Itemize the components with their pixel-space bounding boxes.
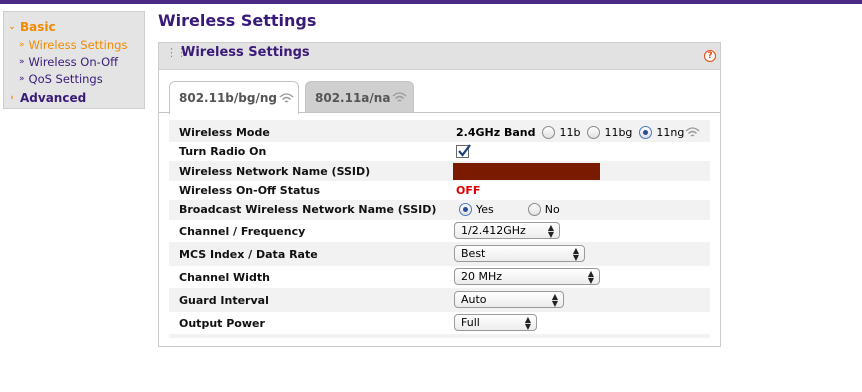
sidebar: ⌄ Basic » Wireless Settings » Wireless O… xyxy=(3,11,145,109)
select-arrows-icon: ▲ ▼ xyxy=(587,268,594,285)
sidebar-item-label: Wireless On-Off xyxy=(28,55,119,69)
double-chevron-right-icon: » xyxy=(19,40,25,50)
sidebar-item-label: QoS Settings xyxy=(28,72,103,86)
guard-interval-select[interactable]: Auto ▲ ▼ xyxy=(454,291,564,308)
double-chevron-right-icon: » xyxy=(19,57,25,67)
checkmark-icon xyxy=(458,144,471,157)
sidebar-item-qos-settings[interactable]: » QoS Settings xyxy=(19,72,103,86)
radio-broadcast-no[interactable] xyxy=(527,203,541,216)
help-icon[interactable]: ? xyxy=(704,50,716,62)
tab-label: 802.11a/na xyxy=(315,90,391,105)
sidebar-item-label: Advanced xyxy=(20,91,87,105)
radio-11bg-label: 11bg xyxy=(604,126,633,139)
chevron-down-icon: ⌄ xyxy=(8,22,16,32)
guard-interval-field: Auto ▲ ▼ xyxy=(454,291,564,308)
channel-select[interactable]: 1/2.412GHz ▲ ▼ xyxy=(454,222,560,239)
sidebar-item-label: Wireless Settings xyxy=(28,38,128,52)
chevron-right-icon: › xyxy=(10,93,14,103)
ssid-input[interactable] xyxy=(453,163,600,180)
wireless-mode-label: Wireless Mode xyxy=(179,126,270,139)
wifi-icon xyxy=(685,127,700,137)
radio-11b[interactable] xyxy=(542,126,556,139)
select-value: 20 MHz xyxy=(461,270,503,283)
radio-11ng[interactable] xyxy=(639,126,653,139)
turn-radio-on-field xyxy=(456,144,471,158)
broadcast-ssid-label: Broadcast Wireless Network Name (SSID) xyxy=(179,203,437,216)
ssid-label: Wireless Network Name (SSID) xyxy=(179,165,371,178)
select-value: Best xyxy=(461,247,486,260)
sidebar-item-label: Basic xyxy=(20,20,56,34)
mcs-field: Best ▲ ▼ xyxy=(454,245,585,262)
mcs-label: MCS Index / Data Rate xyxy=(179,247,318,261)
sidebar-item-wireless-settings[interactable]: » Wireless Settings xyxy=(19,38,127,52)
radio-broadcast-no-label: No xyxy=(544,203,560,216)
select-arrows-icon: ▲ ▼ xyxy=(524,314,531,331)
channel-width-field: 20 MHz ▲ ▼ xyxy=(454,268,600,285)
turn-radio-on-label: Turn Radio On xyxy=(169,142,710,161)
onoff-status-label: Wireless On-Off Status xyxy=(169,181,710,200)
mcs-select[interactable]: Best ▲ ▼ xyxy=(454,245,585,262)
tab-80211bgng[interactable]: 802.11b/bg/ng xyxy=(169,81,299,114)
output-power-select[interactable]: Full ▲ ▼ xyxy=(454,314,537,331)
tab-label: 802.11b/bg/ng xyxy=(179,91,277,105)
output-power-field: Full ▲ ▼ xyxy=(454,314,537,331)
turn-radio-on-checkbox[interactable] xyxy=(456,144,471,158)
wireless-mode-group: 2.4GHz Band 11b 11bg 11ng xyxy=(456,123,700,142)
select-arrows-icon: ▲ ▼ xyxy=(547,222,554,239)
sidebar-item-advanced[interactable]: › Advanced xyxy=(8,91,86,105)
guard-interval-label: Guard Interval xyxy=(179,293,269,307)
select-arrows-icon: ▲ ▼ xyxy=(572,245,579,262)
select-value: 1/2.412GHz xyxy=(461,224,526,237)
wifi-icon xyxy=(279,92,294,102)
sidebar-item-wireless-on-off[interactable]: » Wireless On-Off xyxy=(19,55,118,69)
channel-field: 1/2.412GHz ▲ ▼ xyxy=(454,222,560,239)
radio-11bg[interactable] xyxy=(587,126,601,139)
band-label: 2.4GHz Band xyxy=(456,126,536,139)
panel-title: Wireless Settings xyxy=(181,45,310,60)
wifi-icon xyxy=(392,92,407,102)
channel-width-label: Channel Width xyxy=(169,266,710,288)
output-power-label: Output Power xyxy=(169,312,710,334)
radio-broadcast-yes[interactable] xyxy=(459,203,472,216)
wireless-settings-panel: ⋮⋮ Wireless Settings ? 802.11b/bg/ng 802… xyxy=(158,42,721,347)
channel-label: Channel / Frequency xyxy=(169,220,710,242)
ssid-field xyxy=(453,163,600,180)
radio-11b-label: 11b xyxy=(559,126,581,139)
radio-11ng-label: 11ng xyxy=(656,126,685,139)
double-chevron-right-icon: » xyxy=(19,74,25,84)
select-arrows-icon: ▲ ▼ xyxy=(551,291,558,308)
select-value: Full xyxy=(461,316,480,329)
sidebar-item-basic[interactable]: ⌄ Basic xyxy=(8,20,56,34)
panel-header: ⋮⋮ Wireless Settings ? xyxy=(159,43,720,70)
channel-width-select[interactable]: 20 MHz ▲ ▼ xyxy=(454,268,600,285)
page-title: Wireless Settings xyxy=(158,11,317,30)
radio-broadcast-yes-label: Yes xyxy=(476,203,494,216)
top-brand-bar xyxy=(0,0,862,4)
onoff-status-field: OFF xyxy=(456,181,480,200)
tab-80211ana[interactable]: 802.11a/na xyxy=(305,81,414,113)
status-badge: OFF xyxy=(456,184,481,197)
broadcast-ssid-group: Yes No xyxy=(459,200,560,219)
settings-form: Wireless Mode 2.4GHz Band 11b 11bg 11ng … xyxy=(169,120,710,338)
select-value: Auto xyxy=(461,293,487,306)
